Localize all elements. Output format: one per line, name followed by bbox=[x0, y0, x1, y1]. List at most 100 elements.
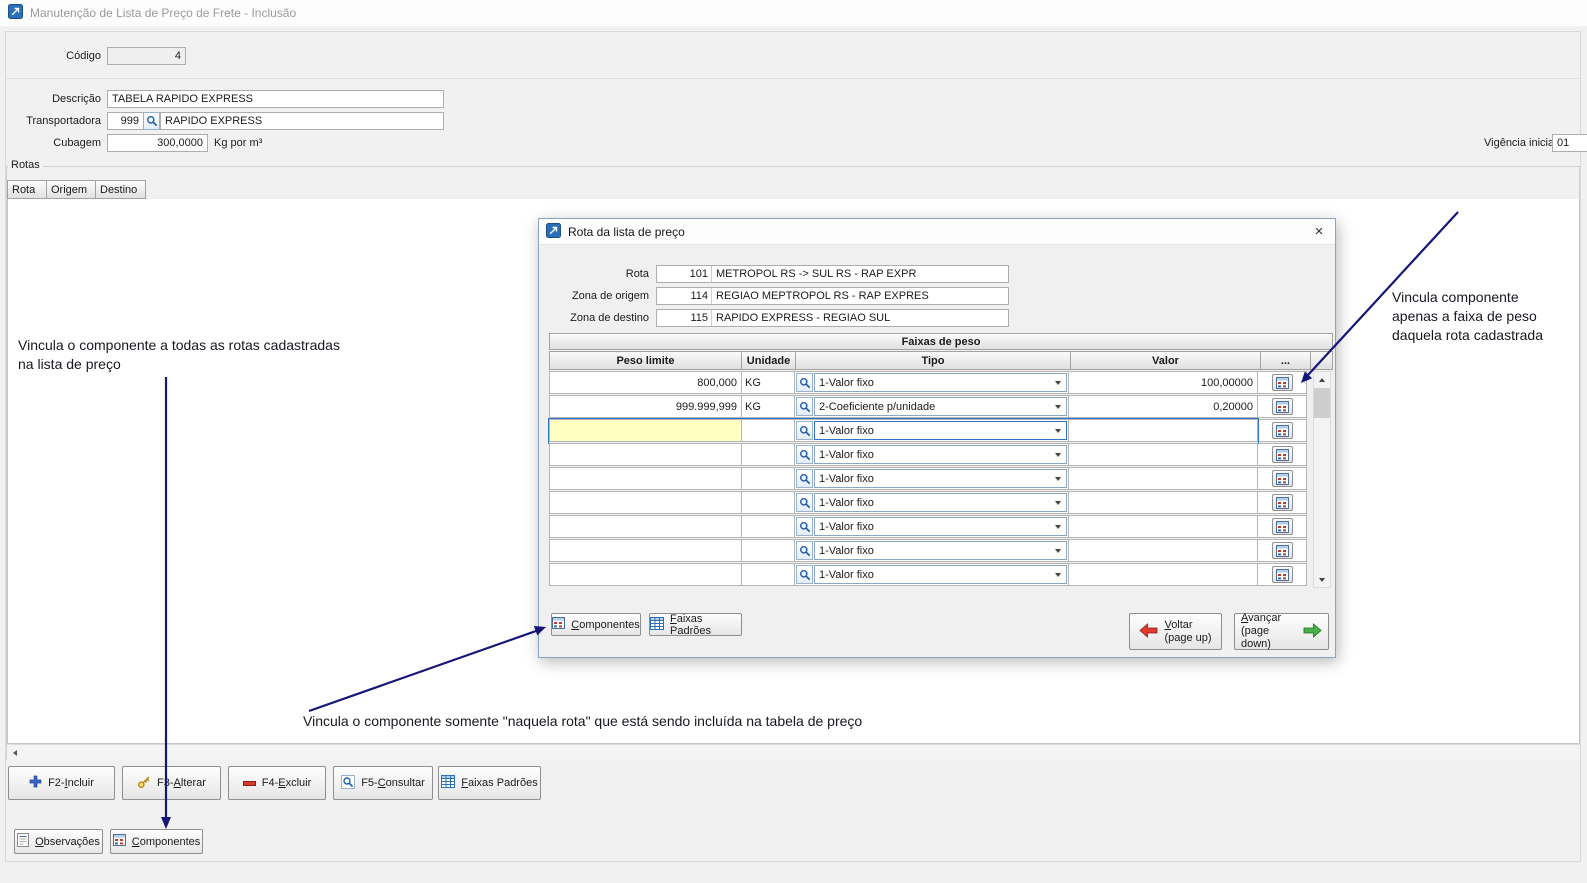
column-header-componente[interactable]: ... bbox=[1260, 351, 1311, 370]
peso-limite-cell[interactable] bbox=[549, 491, 742, 514]
tipo-lookup-button[interactable] bbox=[796, 517, 813, 536]
unidade-cell[interactable] bbox=[741, 419, 795, 442]
valor-cell[interactable] bbox=[1068, 419, 1258, 442]
unidade-cell[interactable] bbox=[741, 515, 795, 538]
rotas-column-header-origem[interactable]: Origem bbox=[46, 180, 96, 199]
scroll-down-icon[interactable] bbox=[1314, 572, 1330, 587]
faixas-vertical-scrollbar[interactable] bbox=[1313, 371, 1331, 588]
column-header-tipo[interactable]: Tipo bbox=[795, 351, 1071, 370]
unidade-cell[interactable]: KG bbox=[741, 371, 795, 394]
unidade-cell[interactable] bbox=[741, 467, 795, 490]
tipo-cell: 1-Valor fixo bbox=[794, 563, 1069, 586]
voltar-page-up-button[interactable]: Voltar (page up) bbox=[1129, 613, 1222, 650]
tipo-combobox[interactable]: 1-Valor fixo bbox=[814, 517, 1067, 536]
tipo-cell: 1-Valor fixo bbox=[794, 515, 1069, 538]
vincular-componente-faixa-button[interactable] bbox=[1272, 542, 1293, 559]
tipo-combobox[interactable]: 1-Valor fixo bbox=[814, 493, 1067, 512]
rota-field[interactable]: 101 METROPOL RS -> SUL RS - RAP EXPR bbox=[656, 265, 1009, 283]
tipo-combobox[interactable]: 1-Valor fixo bbox=[814, 373, 1067, 392]
dialog-faixas-padroes-button[interactable]: Faixas Padrões bbox=[649, 613, 742, 636]
peso-limite-cell[interactable] bbox=[549, 515, 742, 538]
transportadora-label: Transportadora bbox=[0, 115, 101, 127]
avancar-page-down-button[interactable]: Avançar (page down) bbox=[1234, 613, 1329, 650]
vincular-componente-faixa-button[interactable] bbox=[1272, 518, 1293, 535]
valor-cell[interactable]: 100,00000 bbox=[1068, 371, 1258, 394]
vincular-componente-faixa-button[interactable] bbox=[1272, 566, 1293, 583]
vincular-componente-faixa-button[interactable] bbox=[1272, 446, 1293, 463]
tipo-lookup-button[interactable] bbox=[796, 397, 813, 416]
vincular-componente-faixa-button[interactable] bbox=[1272, 470, 1293, 487]
tipo-lookup-button[interactable] bbox=[796, 541, 813, 560]
valor-cell[interactable]: 0,20000 bbox=[1068, 395, 1258, 418]
tipo-lookup-button[interactable] bbox=[796, 421, 813, 440]
valor-cell[interactable] bbox=[1068, 443, 1258, 466]
codigo-field[interactable]: 4 bbox=[107, 47, 186, 65]
unidade-cell[interactable] bbox=[741, 443, 795, 466]
tipo-combobox[interactable]: 2-Coeficiente p/unidade bbox=[814, 397, 1067, 416]
scrollbar-thumb[interactable] bbox=[1314, 388, 1330, 418]
valor-cell[interactable] bbox=[1068, 539, 1258, 562]
scroll-left-icon[interactable] bbox=[7, 745, 23, 761]
scroll-up-icon[interactable] bbox=[1314, 372, 1330, 387]
unidade-cell[interactable] bbox=[741, 539, 795, 562]
peso-limite-cell[interactable] bbox=[549, 563, 742, 586]
tipo-lookup-button[interactable] bbox=[796, 373, 813, 392]
componentes-button[interactable]: Componentes bbox=[110, 829, 203, 854]
tipo-combobox[interactable]: 1-Valor fixo bbox=[814, 421, 1067, 440]
peso-limite-cell[interactable] bbox=[549, 467, 742, 490]
tipo-lookup-button[interactable] bbox=[796, 565, 813, 584]
tipo-lookup-button[interactable] bbox=[796, 493, 813, 512]
tipo-combobox[interactable]: 1-Valor fixo bbox=[814, 469, 1067, 488]
valor-cell[interactable] bbox=[1068, 467, 1258, 490]
tipo-combobox[interactable]: 1-Valor fixo bbox=[814, 565, 1067, 584]
close-icon[interactable]: × bbox=[1303, 219, 1335, 244]
dialog-componentes-button[interactable]: Componentes bbox=[551, 613, 641, 636]
unidade-cell[interactable] bbox=[741, 563, 795, 586]
column-header-unidade[interactable]: Unidade bbox=[741, 351, 796, 370]
tipo-lookup-button[interactable] bbox=[796, 445, 813, 464]
column-header-valor[interactable]: Valor bbox=[1070, 351, 1261, 370]
unidade-cell[interactable]: KG bbox=[741, 395, 795, 418]
red-arrow-left-icon bbox=[1139, 623, 1158, 641]
valor-cell[interactable] bbox=[1068, 515, 1258, 538]
zona-origem-field[interactable]: 114 REGIAO MEPTROPOL RS - RAP EXPRES bbox=[656, 287, 1009, 305]
faixa-row: 1-Valor fixo bbox=[549, 539, 1311, 563]
rotas-horizontal-scrollbar[interactable] bbox=[7, 744, 1580, 760]
f3-alterar-button[interactable]: F3-Alterar bbox=[122, 766, 221, 800]
f2-incluir-button[interactable]: F2-Incluir bbox=[8, 766, 115, 800]
rotas-column-header-destino[interactable]: Destino bbox=[95, 180, 146, 199]
f4-excluir-button[interactable]: F4-Excluir bbox=[228, 766, 326, 800]
transportadora-code-field[interactable]: 999 bbox=[107, 112, 144, 130]
valor-cell[interactable] bbox=[1068, 491, 1258, 514]
peso-limite-cell[interactable] bbox=[549, 419, 742, 442]
peso-limite-cell[interactable] bbox=[549, 539, 742, 562]
valor-cell[interactable] bbox=[1068, 563, 1258, 586]
peso-limite-cell[interactable]: 800,000 bbox=[549, 371, 742, 394]
f5-consultar-button[interactable]: F5-Consultar bbox=[333, 766, 433, 800]
cubagem-field[interactable]: 300,0000 bbox=[107, 134, 208, 152]
componente-cell bbox=[1257, 371, 1307, 394]
tipo-combobox[interactable]: 1-Valor fixo bbox=[814, 445, 1067, 464]
document-icon bbox=[17, 833, 29, 850]
rotas-column-header-rota[interactable]: Rota bbox=[7, 180, 47, 199]
vigencia-field[interactable]: 01 bbox=[1552, 134, 1587, 152]
search-icon bbox=[799, 545, 811, 557]
tipo-combobox[interactable]: 1-Valor fixo bbox=[814, 541, 1067, 560]
faixas-padroes-button[interactable]: Faixas Padrões bbox=[438, 766, 541, 800]
peso-limite-cell[interactable]: 999.999,999 bbox=[549, 395, 742, 418]
transportadora-lookup-button[interactable] bbox=[143, 112, 160, 130]
descricao-field[interactable]: TABELA RAPIDO EXPRESS bbox=[107, 90, 444, 108]
zona-destino-field[interactable]: 115 RAPIDO EXPRESS - REGIAO SUL bbox=[656, 309, 1009, 327]
peso-limite-cell[interactable] bbox=[549, 443, 742, 466]
column-header-peso-limite[interactable]: Peso limite bbox=[549, 351, 742, 370]
chevron-down-icon bbox=[1050, 494, 1066, 511]
transportadora-name-field[interactable]: RAPIDO EXPRESS bbox=[160, 112, 444, 130]
tipo-lookup-button[interactable] bbox=[796, 469, 813, 488]
vincular-componente-faixa-button[interactable] bbox=[1272, 374, 1293, 391]
observacoes-button[interactable]: Observações bbox=[14, 829, 103, 854]
vincular-componente-faixa-button[interactable] bbox=[1272, 422, 1293, 439]
vincular-componente-faixa-button[interactable] bbox=[1272, 494, 1293, 511]
vincular-componente-faixa-button[interactable] bbox=[1272, 398, 1293, 415]
unidade-cell[interactable] bbox=[741, 491, 795, 514]
tipo-cell: 1-Valor fixo bbox=[794, 539, 1069, 562]
